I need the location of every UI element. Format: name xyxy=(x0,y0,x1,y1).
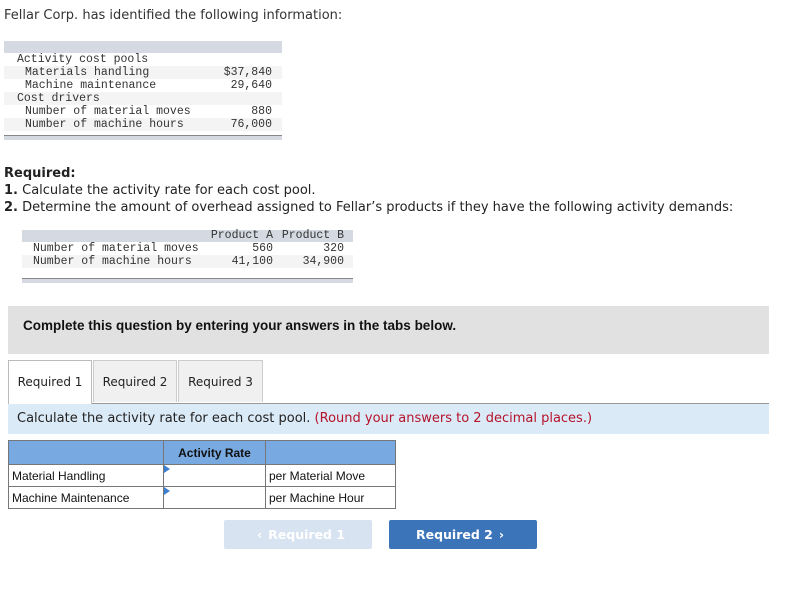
prev-button-label: Required 1 xyxy=(268,527,346,542)
row-label: Materials handling xyxy=(25,66,150,79)
intro-text: Fellar Corp. has identified the followin… xyxy=(4,8,343,23)
empty-header-cell xyxy=(8,440,164,465)
table-row: Materials handling $37,840 xyxy=(4,66,282,79)
input-marker-icon xyxy=(164,487,170,495)
table-row: Machine maintenance 29,640 xyxy=(4,79,282,92)
table-row: Cost drivers xyxy=(4,92,282,105)
item-number: 2. xyxy=(4,200,18,215)
activity-rate-header: Activity Rate xyxy=(163,440,266,465)
activity-rate-cell xyxy=(163,486,266,509)
required-item-1: 1. Calculate the activity rate for each … xyxy=(4,182,733,199)
table-row: Number of machine hours 41,100 34,900 xyxy=(22,255,353,268)
row-value: 29,640 xyxy=(230,79,272,92)
table-row: Machine Maintenance per Machine Hour xyxy=(8,486,396,509)
next-button-label: Required 2 xyxy=(415,527,493,542)
required-section: Required: 1. Calculate the activity rate… xyxy=(4,165,733,216)
cost-info-table: Activity cost pools Materials handling $… xyxy=(4,41,282,140)
table-header-row: Product A Product B xyxy=(22,230,353,242)
product-b-value: 34,900 xyxy=(302,255,344,268)
table-row: Activity cost pools xyxy=(4,53,282,66)
row-label: Number of material moves xyxy=(33,242,199,255)
instructions-banner: Complete this question by entering your … xyxy=(8,306,769,354)
activity-rate-table: Activity Rate Material Handling per Mate… xyxy=(8,440,396,509)
tab-required-3[interactable]: Required 3 xyxy=(178,360,263,402)
item-text: Determine the amount of overhead assigne… xyxy=(22,200,734,215)
rate-unit: per Machine Hour xyxy=(265,486,396,509)
table-footer-bar xyxy=(22,278,353,283)
activity-rate-cell xyxy=(163,464,266,487)
material-handling-rate-input[interactable] xyxy=(164,465,265,486)
activity-demand-table: Product A Product B Number of material m… xyxy=(22,230,353,283)
row-label: Machine maintenance xyxy=(25,79,157,92)
required-item-2: 2. Determine the amount of overhead assi… xyxy=(4,199,733,216)
column-header-product-b: Product B xyxy=(281,229,344,242)
table-row: Material Handling per Material Move xyxy=(8,464,396,487)
row-value: 76,000 xyxy=(230,118,272,131)
product-a-value: 41,100 xyxy=(231,255,273,268)
chevron-left-icon: ‹ xyxy=(256,527,263,542)
row-value: 880 xyxy=(251,105,272,118)
previous-required-button[interactable]: ‹ Required 1 xyxy=(224,520,372,549)
instructions-text: Complete this question by entering your … xyxy=(23,318,457,333)
row-label: Number of machine hours xyxy=(25,118,184,131)
tab-bar: Required 1 Required 2 Required 3 xyxy=(8,360,769,404)
tab-required-1[interactable]: Required 1 xyxy=(8,360,92,404)
table-row: Number of material moves 880 xyxy=(4,105,282,118)
rate-unit: per Material Move xyxy=(265,464,396,487)
tab-required-2[interactable]: Required 2 xyxy=(93,360,177,402)
row-label: Number of material moves xyxy=(25,105,191,118)
cost-pool-label: Material Handling xyxy=(8,464,164,487)
required-heading: Required: xyxy=(4,166,76,181)
row-value: $37,840 xyxy=(223,66,272,79)
question-prompt: Calculate the activity rate for each cos… xyxy=(8,404,769,434)
column-header-product-a: Product A xyxy=(210,229,273,242)
table-footer-bar xyxy=(4,135,282,140)
row-label: Cost drivers xyxy=(17,92,100,105)
next-required-button[interactable]: Required 2 › xyxy=(389,520,537,549)
row-label: Activity cost pools xyxy=(17,53,149,66)
empty-header-cell xyxy=(265,440,396,465)
item-text: Calculate the activity rate for each cos… xyxy=(22,183,316,198)
product-a-value: 560 xyxy=(252,242,273,255)
input-marker-icon xyxy=(164,465,170,473)
row-label: Number of machine hours xyxy=(33,255,192,268)
chevron-right-icon: › xyxy=(498,527,505,542)
cost-pool-label: Machine Maintenance xyxy=(8,486,164,509)
product-b-value: 320 xyxy=(323,242,344,255)
table-header-row: Activity Rate xyxy=(8,440,396,465)
prompt-text: Calculate the activity rate for each cos… xyxy=(17,411,311,426)
item-number: 1. xyxy=(4,183,18,198)
rounding-note: (Round your answers to 2 decimal places.… xyxy=(314,411,593,426)
machine-maintenance-rate-input[interactable] xyxy=(164,487,265,508)
table-row: Number of machine hours 76,000 xyxy=(4,118,282,131)
table-header-bar xyxy=(4,41,282,53)
table-row: Number of material moves 560 320 xyxy=(22,242,353,255)
